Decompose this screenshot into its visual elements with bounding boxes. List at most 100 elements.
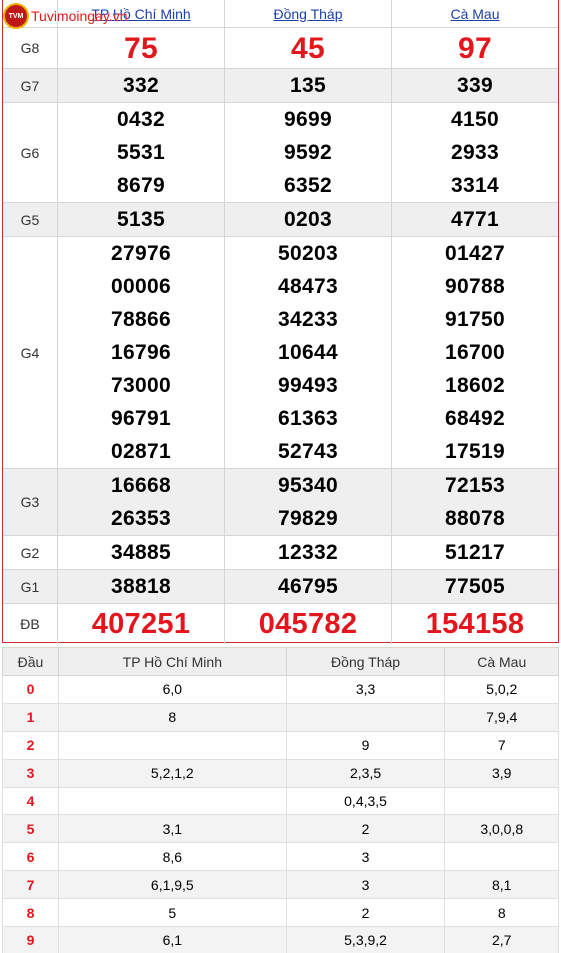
prize-label: G5 — [3, 203, 58, 236]
prize-number: 68492 — [445, 407, 505, 430]
prize-number: 154158 — [425, 607, 525, 640]
loto-cell: 2 — [285, 898, 446, 928]
province-link-3[interactable]: Cà Mau — [450, 6, 499, 22]
prize-cell: 77505 — [392, 570, 558, 603]
prize-row: G6 0432 5531 8679 9699 9592 6352 4150 2933 3314 — [3, 103, 558, 203]
loto-cell — [285, 702, 446, 732]
prize-number: 5531 — [117, 141, 165, 164]
prize-cell: 5135 — [58, 203, 225, 236]
prize-cell: 12332 — [225, 536, 392, 569]
prize-number: 97 — [458, 31, 492, 65]
loto-cell: 5,0,2 — [444, 675, 559, 704]
loto-cell: 8,6 — [58, 842, 287, 872]
loto-head-digit: 7 — [2, 870, 59, 900]
prize-label: G7 — [3, 69, 58, 102]
loto-head-digit: 0 — [2, 675, 59, 704]
loto-cell: 5,2,1,2 — [58, 758, 287, 788]
loto-head-digit: 8 — [2, 898, 59, 928]
prize-cell: 407251 — [58, 604, 225, 644]
logo-text: Tuvimoingay.vn — [31, 8, 128, 24]
prize-label: G2 — [3, 536, 58, 569]
prize-number: 52743 — [278, 440, 338, 463]
prize-cell: 16668 26353 — [58, 469, 225, 535]
prize-cell: 45 — [225, 28, 392, 68]
loto-cell — [58, 730, 287, 760]
prize-cell: 332 — [58, 69, 225, 102]
loto-cell: 3 — [285, 842, 446, 872]
site-logo[interactable]: TVM Tuvimoingay.vn — [3, 3, 127, 29]
prize-cell: 95340 79829 — [225, 469, 392, 535]
loto-col-header-1: TP Hồ Chí Minh — [58, 647, 287, 676]
prize-cell: 51217 — [392, 536, 558, 569]
loto-head-digit: 3 — [2, 758, 59, 788]
prize-number: 10644 — [278, 341, 338, 364]
prize-number: 46795 — [278, 575, 338, 598]
loto-cell: 7 — [444, 730, 559, 760]
loto-head-digit: 1 — [2, 702, 59, 732]
loto-head-digit: 2 — [2, 730, 59, 760]
prize-number: 4771 — [451, 208, 499, 231]
prize-row: G5 5135 0203 4771 — [3, 203, 558, 237]
prize-cell: 72153 88078 — [392, 469, 558, 535]
prize-cell: 34885 — [58, 536, 225, 569]
prize-number: 90788 — [445, 275, 505, 298]
loto-cell: 3,0,0,8 — [444, 814, 559, 844]
prize-number: 34233 — [278, 308, 338, 331]
prize-number: 4150 — [451, 108, 499, 131]
loto-cell — [444, 842, 559, 872]
prize-number: 16668 — [111, 474, 171, 497]
prize-number: 332 — [123, 74, 159, 97]
prize-number: 135 — [290, 74, 326, 97]
prize-number: 02871 — [111, 440, 171, 463]
loto-cell: 5 — [58, 898, 287, 928]
prize-row: G8 75 45 97 — [3, 28, 558, 69]
loto-cell: 3 — [285, 870, 446, 900]
prize-label: G6 — [3, 103, 58, 202]
loto-cell — [58, 786, 287, 816]
loto-row: 8528 — [2, 898, 559, 928]
prize-number: 26353 — [111, 507, 171, 530]
loto-cell: 8 — [444, 898, 559, 928]
prize-number: 75 — [124, 31, 158, 65]
prize-cell: 9699 9592 6352 — [225, 103, 392, 202]
prize-number: 18602 — [445, 374, 505, 397]
loto-row: 7 6,1,9,5 3 8,1 — [2, 870, 559, 900]
prize-cell: 4150 2933 3314 — [392, 103, 558, 202]
loto-cell: 6,1 — [58, 926, 287, 953]
prize-number: 16796 — [111, 341, 171, 364]
loto-cell: 6,1,9,5 — [58, 870, 287, 900]
prize-number: 96791 — [111, 407, 171, 430]
loto-head-digit: 5 — [2, 814, 59, 844]
logo-badge-icon: TVM — [3, 3, 29, 29]
prize-label: ĐB — [3, 604, 58, 644]
loto-row: 3 5,2,1,2 2,3,5 3,9 — [2, 758, 559, 788]
loto-cell: 3,9 — [444, 758, 559, 788]
prize-label: G8 — [3, 28, 58, 68]
prize-number: 8679 — [117, 174, 165, 197]
loto-cell — [444, 786, 559, 816]
loto-header-row: Đầu TP Hồ Chí Minh Đồng Tháp Cà Mau — [2, 647, 559, 676]
prize-number: 27976 — [111, 242, 171, 265]
prize-cell: 50203 48473 34233 10644 99493 61363 52743 — [225, 237, 392, 468]
prize-cell: 045782 — [225, 604, 392, 644]
prize-cell: 135 — [225, 69, 392, 102]
province-link-2[interactable]: Đồng Tháp — [273, 6, 342, 22]
loto-row: 1 8 7,9,4 — [2, 702, 559, 732]
prize-number: 5135 — [117, 208, 165, 231]
prize-number: 16700 — [445, 341, 505, 364]
prize-number: 51217 — [445, 541, 505, 564]
prize-row: G1 38818 46795 77505 — [3, 570, 558, 604]
loto-cell: 5,3,9,2 — [285, 926, 446, 953]
prize-number: 17519 — [445, 440, 505, 463]
prize-number: 77505 — [445, 575, 505, 598]
prize-number: 00006 — [111, 275, 171, 298]
prize-number: 99493 — [278, 374, 338, 397]
prize-label: G4 — [3, 237, 58, 468]
prize-number: 0432 — [117, 108, 165, 131]
prize-cell: 97 — [392, 28, 558, 68]
prize-number: 61363 — [278, 407, 338, 430]
loto-row: 6 8,6 3 — [2, 842, 559, 872]
loto-row: 5 3,1 2 3,0,0,8 — [2, 814, 559, 844]
prize-number: 88078 — [445, 507, 505, 530]
prize-number: 78866 — [111, 308, 171, 331]
